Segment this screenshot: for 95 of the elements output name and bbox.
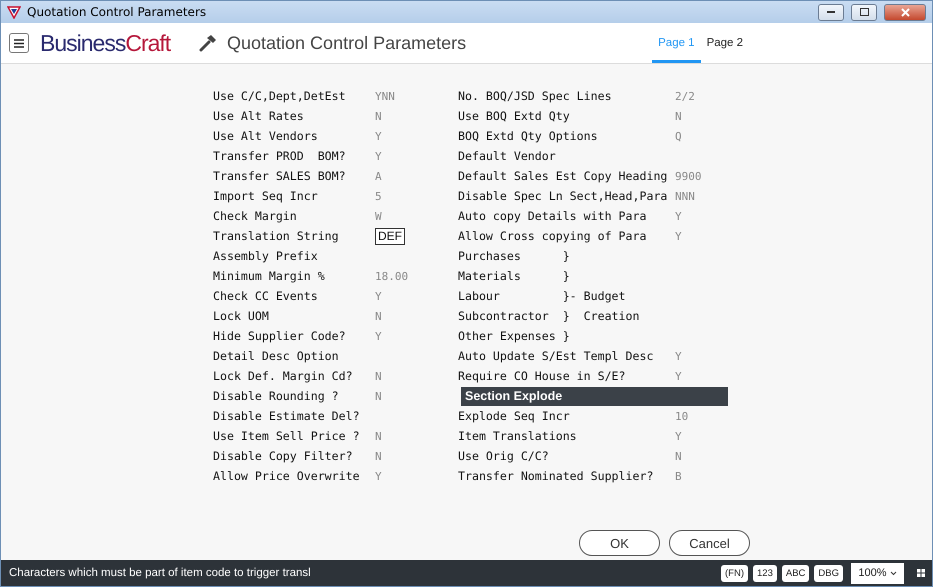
param-value[interactable]: YNN	[375, 90, 395, 102]
minimize-button[interactable]	[818, 4, 844, 20]
caret-icon	[890, 570, 897, 576]
param-value[interactable]: 10	[675, 410, 688, 422]
param-value[interactable]: NNN	[675, 190, 695, 202]
dialog-button[interactable]: Cancel	[669, 530, 750, 556]
param-value[interactable]: Y	[375, 150, 382, 162]
param-value[interactable]: 5	[375, 190, 382, 202]
page-tab[interactable]: Page 1	[652, 23, 701, 63]
param-value[interactable]: N	[375, 390, 382, 402]
param-value[interactable]: 18.00	[375, 270, 408, 282]
param-label: Minimum Margin %	[213, 269, 326, 283]
close-button[interactable]	[884, 4, 926, 20]
param-value[interactable]: Y	[375, 290, 382, 302]
minimize-icon	[827, 10, 835, 14]
mode-chip[interactable]: (FN)	[721, 564, 748, 582]
param-value[interactable]: Y	[375, 130, 382, 142]
param-label: Check Margin	[213, 209, 298, 223]
param-label: Auto copy Details with Para	[458, 209, 648, 223]
param-value[interactable]: 2/2	[675, 90, 695, 102]
menu-icon	[14, 38, 24, 48]
param-value[interactable]: Y	[675, 230, 682, 242]
param-label: Check CC Events	[213, 289, 319, 303]
param-label: Use Item Sell Price ?	[213, 429, 361, 443]
param-label: Subcontractor } Creation	[458, 309, 640, 323]
param-value[interactable]: Y	[375, 470, 382, 482]
param-label: Other Expenses }	[458, 329, 571, 343]
param-label: Hide Supplier Code?	[213, 329, 347, 343]
param-value[interactable]: Q	[675, 130, 682, 142]
brand-logo: BusinessCraft	[40, 30, 172, 56]
param-label: Allow Cross copying of Para	[458, 229, 648, 243]
param-label: Require CO House in S/E?	[458, 369, 627, 383]
hammer-icon	[199, 34, 217, 52]
param-label: Lock UOM	[213, 309, 270, 323]
param-label: No. BOQ/JSD Spec Lines	[458, 89, 613, 103]
param-label: Transfer PROD BOM?	[213, 149, 347, 163]
param-label: Translation String	[213, 229, 340, 243]
param-label: Use Alt Rates	[213, 109, 305, 123]
param-label: Disable Spec Ln Sect,Head,Para	[458, 189, 668, 203]
param-value[interactable]: N	[675, 110, 682, 122]
param-label: Purchases }	[458, 249, 571, 263]
status-message: Characters which must be part of item code to trigger transl	[9, 567, 311, 579]
input-field[interactable]: DEF	[375, 228, 405, 244]
param-value[interactable]: A	[375, 170, 382, 182]
param-value[interactable]: B	[675, 470, 682, 482]
param-label: Disable Rounding ?	[213, 389, 340, 403]
section-heading: Section Explode	[461, 386, 728, 406]
param-label: Use Alt Vendors	[213, 129, 319, 143]
param-label: Import Seq Incr	[213, 189, 319, 203]
param-value[interactable]: W	[375, 210, 382, 222]
param-label: Labour }- Budget	[458, 289, 627, 303]
close-icon	[900, 8, 910, 16]
param-value[interactable]: N	[375, 450, 382, 462]
param-value[interactable]: N	[375, 310, 382, 322]
menu-button[interactable]	[9, 33, 29, 53]
param-value[interactable]: N	[675, 450, 682, 462]
param-label: Materials }	[458, 269, 571, 283]
page-title: Quotation Control Parameters	[227, 32, 466, 54]
grid-icon[interactable]	[917, 569, 925, 577]
param-label: BOQ Extd Qty Options	[458, 129, 599, 143]
param-label: Item Translations	[458, 429, 578, 443]
param-value[interactable]: Y	[375, 330, 382, 342]
param-value[interactable]: N	[375, 430, 382, 442]
mode-chip[interactable]: 123	[753, 564, 777, 582]
param-label: Detail Desc Option	[213, 349, 340, 363]
mode-chip[interactable]: DBG	[814, 564, 843, 582]
maximize-button[interactable]	[851, 4, 877, 20]
param-label: Use C/C,Dept,DetEst	[213, 89, 347, 103]
param-label: Default Vendor	[458, 149, 557, 163]
param-label: Disable Estimate Del?	[213, 409, 361, 423]
param-value[interactable]: Y	[675, 350, 682, 362]
maximize-icon	[860, 8, 868, 16]
param-label: Transfer Nominated Supplier?	[458, 469, 654, 483]
zoom-dropdown[interactable]: 100%	[851, 562, 904, 584]
param-value[interactable]: Y	[675, 370, 682, 382]
param-label: Assembly Prefix	[213, 249, 319, 263]
param-value[interactable]: N	[375, 370, 382, 382]
app-icon	[7, 5, 21, 19]
mode-chip[interactable]: ABC	[782, 564, 810, 582]
page-tab[interactable]: Page 2	[700, 23, 750, 63]
param-label: Transfer SALES BOM?	[213, 169, 347, 183]
param-label: Allow Price Overwrite	[213, 469, 361, 483]
param-label: Auto Update S/Est Templ Desc	[458, 349, 654, 363]
param-label: Explode Seq Incr	[458, 409, 571, 423]
param-label: Disable Copy Filter?	[213, 449, 354, 463]
param-value[interactable]: Y	[675, 430, 682, 442]
dialog-button[interactable]: OK	[579, 530, 660, 556]
window-title: Quotation Control Parameters	[27, 5, 206, 19]
param-value[interactable]: Y	[675, 210, 682, 222]
param-label: Use Orig C/C?	[458, 449, 550, 463]
param-label: Use BOQ Extd Qty	[458, 109, 571, 123]
param-value[interactable]: N	[375, 110, 382, 122]
param-label: Default Sales Est Copy Heading	[458, 169, 668, 183]
param-value[interactable]: 9900	[675, 170, 702, 182]
param-label: Lock Def. Margin Cd?	[213, 369, 354, 383]
